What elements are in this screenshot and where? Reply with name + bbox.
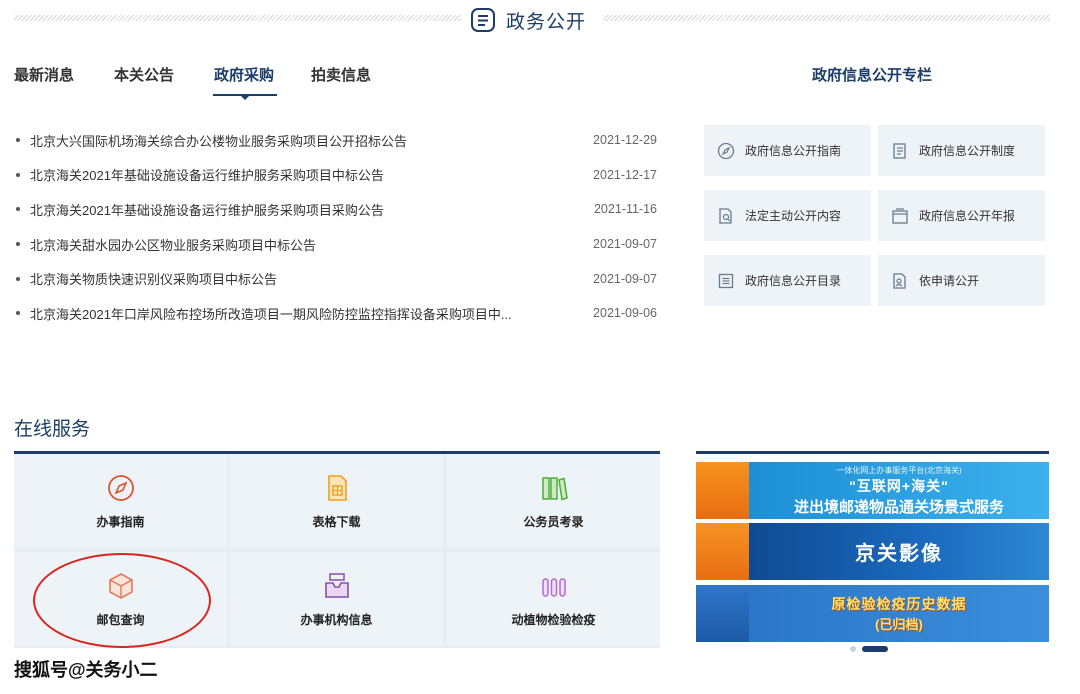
office-info-label: 办事机构信息 bbox=[300, 612, 373, 627]
tab-latest-news[interactable]: 最新消息 bbox=[14, 64, 74, 85]
service-guide-button[interactable]: 办事指南 bbox=[14, 454, 227, 548]
news-title[interactable]: 北京大兴国际机场海关综合办公楼物业服务采购项目公开招标公告 bbox=[30, 131, 407, 150]
compass-icon bbox=[107, 474, 134, 501]
bullet-icon bbox=[16, 138, 20, 143]
banner-heading: "互联网+海关" bbox=[849, 477, 949, 494]
tab-customs-notices[interactable]: 本关公告 bbox=[114, 64, 174, 85]
news-title[interactable]: 北京海关甜水园办公区物业服务采购项目中标公告 bbox=[30, 235, 316, 254]
section-title: 政务公开 bbox=[506, 11, 587, 33]
news-title[interactable]: 北京海关2021年基础设施设备运行维护服务采购项目中标公告 bbox=[30, 165, 384, 184]
form-icon bbox=[327, 474, 347, 501]
civil-service-exam-button[interactable]: 公务员考录 bbox=[447, 454, 660, 548]
gov-info-column-title: 政府信息公开专栏 bbox=[812, 67, 933, 84]
news-item[interactable]: 北京海关2021年基础设施设备运行维护服务采购项目中标公告 2021-12-17 bbox=[14, 158, 659, 193]
service-guide-label: 办事指南 bbox=[96, 514, 145, 529]
news-date: 2021-11-16 bbox=[593, 202, 657, 217]
tab-government-procurement[interactable]: 政府采购 bbox=[214, 64, 274, 85]
books-icon bbox=[541, 476, 568, 500]
online-services-title: 在线服务 bbox=[14, 419, 91, 440]
banner-accent bbox=[696, 523, 749, 580]
inbox-icon bbox=[324, 572, 349, 598]
folder-icon bbox=[892, 207, 908, 224]
section-header: 政务公开 bbox=[470, 6, 586, 34]
news-list: 北京大兴国际机场海关综合办公楼物业服务采购项目公开招标公告 2021-12-29… bbox=[14, 123, 659, 331]
news-item[interactable]: 北京海关2021年基础设施设备运行维护服务采购项目采购公告 2021-11-16 bbox=[14, 192, 659, 227]
banner-accent bbox=[696, 462, 749, 519]
bullet-icon bbox=[16, 172, 20, 177]
form-download-label: 表格下载 bbox=[312, 514, 361, 529]
quarantine-inspection-label: 动植物检验检疫 bbox=[511, 612, 596, 627]
banner-divider bbox=[696, 451, 1049, 454]
annual-report-button[interactable]: 政府信息公开年报 bbox=[878, 190, 1045, 241]
bullet-icon bbox=[16, 276, 20, 281]
news-item[interactable]: 北京海关物质快速识别仪采购项目中标公告 2021-09-07 bbox=[14, 261, 659, 296]
active-tab-caret bbox=[240, 95, 250, 100]
quarantine-inspection-button[interactable]: 动植物检验检疫 bbox=[447, 552, 660, 646]
list-icon bbox=[718, 273, 734, 288]
file-search-icon bbox=[719, 207, 732, 224]
header-divider-right bbox=[603, 15, 1050, 21]
statutory-disclosure-label: 法定主动公开内容 bbox=[745, 209, 842, 223]
news-date: 2021-09-07 bbox=[593, 271, 657, 286]
statutory-disclosure-button[interactable]: 法定主动公开内容 bbox=[704, 190, 871, 241]
apply-disclosure-label: 依申请公开 bbox=[919, 274, 980, 288]
banner-subtitle: 一体化网上办事服务平台(北京海关) bbox=[836, 465, 962, 475]
news-title[interactable]: 北京海关2021年口岸风险布控场所改造项目一期风险防控监控指挥设备采购项目中..… bbox=[30, 304, 512, 323]
banner-internet-customs[interactable]: 一体化网上办事服务平台(北京海关) "互联网+海关" 进出境邮递物品通关场景式服… bbox=[696, 462, 1049, 519]
banner-inspection-archive[interactable]: 原检验检疫历史数据 (已归档) bbox=[696, 585, 1049, 642]
carousel-indicator bbox=[850, 646, 888, 652]
gov-info-catalog-label: 政府信息公开目录 bbox=[745, 274, 842, 288]
gov-info-guide-label: 政府信息公开指南 bbox=[745, 144, 842, 158]
file-apply-icon bbox=[893, 272, 906, 289]
bars-icon bbox=[541, 577, 566, 597]
header-divider-left bbox=[14, 15, 461, 21]
banner-jingguan-video[interactable]: 京关影像 bbox=[696, 523, 1049, 580]
compass-icon bbox=[717, 142, 735, 159]
gov-info-catalog-button[interactable]: 政府信息公开目录 bbox=[704, 255, 871, 306]
news-date: 2021-09-06 bbox=[593, 306, 657, 321]
news-date: 2021-09-07 bbox=[593, 237, 657, 252]
news-item[interactable]: 北京海关2021年口岸风险布控场所改造项目一期风险防控监控指挥设备采购项目中..… bbox=[14, 296, 659, 331]
banner-title: 进出境邮递物品通关场景式服务 bbox=[793, 498, 1004, 516]
bullet-icon bbox=[16, 242, 20, 247]
form-download-button[interactable]: 表格下载 bbox=[230, 454, 443, 548]
tab-auction-info[interactable]: 拍卖信息 bbox=[311, 64, 371, 85]
news-date: 2021-12-29 bbox=[593, 133, 657, 148]
news-item[interactable]: 北京海关甜水园办公区物业服务采购项目中标公告 2021-09-07 bbox=[14, 227, 659, 262]
banner-title: 京关影像 bbox=[855, 543, 943, 565]
gov-info-system-label: 政府信息公开制度 bbox=[919, 144, 1016, 158]
banner-accent bbox=[696, 585, 749, 642]
gov-info-system-button[interactable]: 政府信息公开制度 bbox=[878, 125, 1045, 176]
document-icon bbox=[893, 142, 906, 159]
highlight-circle bbox=[33, 553, 211, 648]
news-date: 2021-12-17 bbox=[593, 167, 657, 182]
news-title[interactable]: 北京海关2021年基础设施设备运行维护服务采购项目采购公告 bbox=[30, 200, 384, 219]
carousel-dot-active[interactable] bbox=[862, 646, 888, 652]
banner-subtitle: (已归档) bbox=[875, 617, 923, 632]
office-info-button[interactable]: 办事机构信息 bbox=[230, 552, 443, 646]
apply-disclosure-button[interactable]: 依申请公开 bbox=[878, 255, 1045, 306]
news-item[interactable]: 北京大兴国际机场海关综合办公楼物业服务采购项目公开招标公告 2021-12-29 bbox=[14, 123, 659, 158]
gov-info-guide-button[interactable]: 政府信息公开指南 bbox=[704, 125, 871, 176]
bullet-icon bbox=[16, 311, 20, 316]
annual-report-label: 政府信息公开年报 bbox=[919, 209, 1016, 223]
watermark: 搜狐号@关务小二 bbox=[14, 660, 158, 680]
news-title[interactable]: 北京海关物质快速识别仪采购项目中标公告 bbox=[30, 269, 277, 288]
civil-service-exam-label: 公务员考录 bbox=[523, 514, 584, 529]
bullet-icon bbox=[16, 207, 20, 212]
carousel-dot[interactable] bbox=[850, 646, 856, 652]
list-doc-icon bbox=[471, 8, 495, 32]
banner-title: 原检验检疫历史数据 bbox=[831, 596, 967, 612]
